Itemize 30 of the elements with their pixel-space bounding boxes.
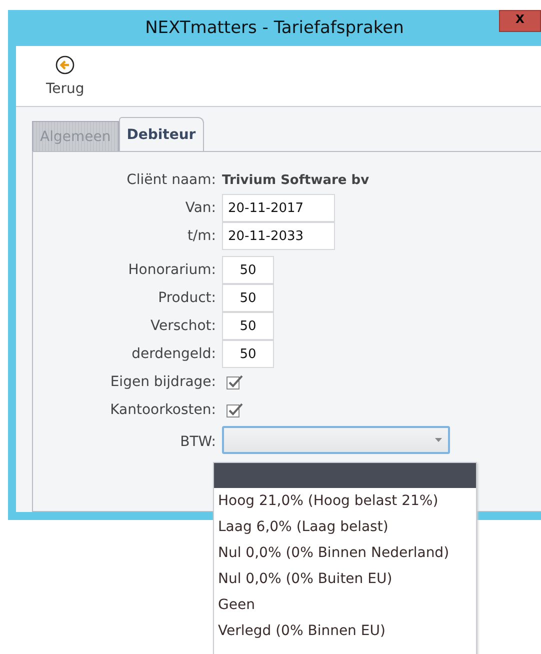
close-button[interactable]: x (499, 10, 541, 32)
window-title: NEXTmatters - Tariefafspraken (145, 18, 404, 38)
dropdown-option[interactable]: Verlegd (0% Binnen EU) (214, 618, 476, 644)
number-field[interactable]: 50 (222, 256, 274, 284)
back-button[interactable]: Terug (46, 55, 84, 97)
dropdown-option[interactable]: Laag 6,0% (Laag belast) (214, 514, 476, 540)
field-label: t/m: (186, 227, 216, 246)
field-label: BTW: (179, 433, 216, 452)
dropdown-option[interactable]: Geen (214, 592, 476, 618)
field-label: Kantoorkosten: (109, 401, 216, 420)
number-field[interactable]: 50 (222, 312, 274, 340)
checkbox[interactable] (226, 402, 244, 418)
field-label: Cliënt naam: (126, 171, 216, 190)
number-field[interactable]: 50 (222, 340, 274, 368)
date-field[interactable]: 20-11-2017 (222, 194, 335, 222)
number-field[interactable]: 50 (222, 284, 274, 312)
dropdown-option[interactable]: Nul 0,0% (0% Buiten EU) (214, 566, 476, 592)
field-label: Van: (184, 199, 216, 218)
date-field[interactable]: 20-11-2033 (222, 222, 335, 250)
client-name: Trivium Software bv (222, 172, 370, 188)
field-label: Eigen bijdrage: (109, 373, 216, 392)
dropdown-option[interactable]: Hoog 21,0% (Hoog belast 21%) (214, 488, 476, 514)
field-label: Product: (157, 289, 216, 308)
dropdown-option[interactable]: Nul 0,0% (0% Binnen Nederland) (214, 540, 476, 566)
field-label: Verschot: (150, 317, 216, 336)
checkbox[interactable] (226, 374, 244, 390)
field-label: derdengeld: (130, 345, 216, 364)
tab[interactable]: Debiteur (118, 117, 204, 151)
dropdown-caret-icon (435, 438, 442, 442)
field-label: Honorarium: (127, 261, 216, 280)
